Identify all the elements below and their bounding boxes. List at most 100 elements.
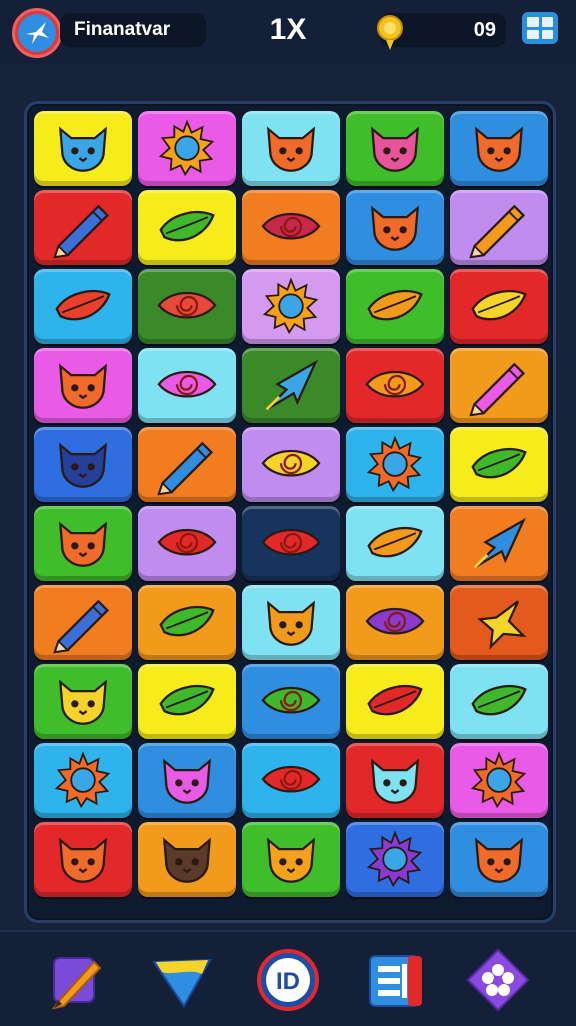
tile-leaf[interactable] [138, 190, 236, 265]
menu-grid-button[interactable] [522, 12, 558, 44]
sun-icon [366, 434, 423, 492]
leaf-icon [471, 447, 527, 478]
tile-sun[interactable] [138, 111, 236, 186]
sun-icon [470, 750, 527, 808]
tile-arrow[interactable] [450, 506, 548, 581]
tile-cat[interactable] [34, 822, 132, 897]
arrow-down-icon [152, 958, 212, 1008]
tile-cat[interactable] [450, 111, 548, 186]
tile-leaf[interactable] [450, 427, 548, 502]
cat-icon [266, 836, 316, 883]
tile-leaf[interactable] [346, 664, 444, 739]
tile-leaf[interactable] [346, 506, 444, 581]
tile-cat[interactable] [346, 111, 444, 186]
tile-cat[interactable] [34, 348, 132, 423]
cat-icon [162, 836, 212, 883]
tile-cat[interactable] [346, 190, 444, 265]
tile-cat[interactable] [138, 743, 236, 818]
cat-icon [162, 757, 212, 804]
sun-icon [262, 276, 319, 334]
eye-icon [157, 528, 217, 555]
tile-cat[interactable] [450, 822, 548, 897]
leaf-icon [367, 289, 423, 320]
tile-eye[interactable] [242, 427, 340, 502]
eye-icon [157, 291, 217, 318]
star-icon [477, 599, 527, 650]
tile-eye[interactable] [138, 269, 236, 344]
pencil-icon [53, 204, 110, 258]
tile-leaf[interactable] [34, 269, 132, 344]
tile-pencil[interactable] [450, 348, 548, 423]
sun-icon [366, 829, 423, 887]
cat-icon [370, 204, 420, 251]
tile-leaf[interactable] [346, 269, 444, 344]
tile-eye[interactable] [242, 664, 340, 739]
player-name-pill: Finanatvar [60, 13, 206, 47]
flower-booster-button[interactable] [466, 948, 530, 1012]
tile-pencil[interactable] [450, 190, 548, 265]
tile-eye[interactable] [138, 348, 236, 423]
badge-icon: ID [257, 949, 319, 1011]
tile-eye[interactable] [138, 506, 236, 581]
tile-cat[interactable] [242, 585, 340, 660]
pencil-icon [469, 362, 526, 416]
tile-pencil[interactable] [138, 427, 236, 502]
tile-sun[interactable] [242, 269, 340, 344]
tile-cat[interactable] [242, 822, 340, 897]
tile-leaf[interactable] [138, 664, 236, 739]
eye-icon [261, 528, 321, 555]
funnel-booster-button[interactable] [150, 948, 214, 1012]
coin-count: 09 [473, 19, 496, 41]
tile-cat[interactable] [34, 506, 132, 581]
tile-arrow[interactable] [242, 348, 340, 423]
leaf-icon [159, 210, 215, 241]
tile-cat[interactable] [346, 743, 444, 818]
badge-label: ID [276, 968, 300, 995]
pencil-booster-button[interactable] [46, 948, 110, 1012]
avatar-button[interactable] [12, 8, 62, 58]
tile-sun[interactable] [346, 427, 444, 502]
tile-cat[interactable] [242, 111, 340, 186]
cat-icon [58, 441, 108, 488]
tile-pencil[interactable] [34, 190, 132, 265]
player-name: Finanatvar [74, 19, 171, 40]
tile-eye[interactable] [242, 743, 340, 818]
tile-sun[interactable] [450, 743, 548, 818]
tile-star[interactable] [450, 585, 548, 660]
cat-icon [474, 836, 524, 883]
tile-cat[interactable] [34, 427, 132, 502]
eye-icon [157, 370, 217, 397]
leaf-icon [471, 289, 527, 320]
list-booster-button[interactable] [364, 948, 428, 1012]
pencil-icon [51, 957, 102, 1010]
eye-icon [261, 449, 321, 476]
grid-cell [527, 29, 539, 39]
tile-leaf[interactable] [450, 269, 548, 344]
eye-icon [261, 686, 321, 713]
eye-icon [261, 765, 321, 792]
avatar-bird-icon [18, 14, 56, 52]
cat-icon [58, 125, 108, 172]
sun-icon [158, 118, 215, 176]
list-icon [369, 955, 422, 1007]
tile-eye[interactable] [242, 506, 340, 581]
grid-cell [541, 29, 553, 39]
tile-eye[interactable] [242, 190, 340, 265]
tile-sun[interactable] [34, 743, 132, 818]
id-booster-button[interactable]: ID [256, 948, 320, 1012]
tile-eye[interactable] [346, 348, 444, 423]
tile-cat[interactable] [34, 111, 132, 186]
tile-cat[interactable] [138, 822, 236, 897]
tile-pencil[interactable] [34, 585, 132, 660]
tile-sun[interactable] [346, 822, 444, 897]
tile-cat[interactable] [34, 664, 132, 739]
leaf-icon [367, 526, 423, 557]
leaf-icon [367, 684, 423, 715]
tile-eye[interactable] [346, 585, 444, 660]
tile-leaf[interactable] [138, 585, 236, 660]
cat-icon [58, 678, 108, 725]
flower-icon [466, 948, 530, 1012]
cat-icon [58, 836, 108, 883]
cat-icon [474, 125, 524, 172]
tile-leaf[interactable] [450, 664, 548, 739]
